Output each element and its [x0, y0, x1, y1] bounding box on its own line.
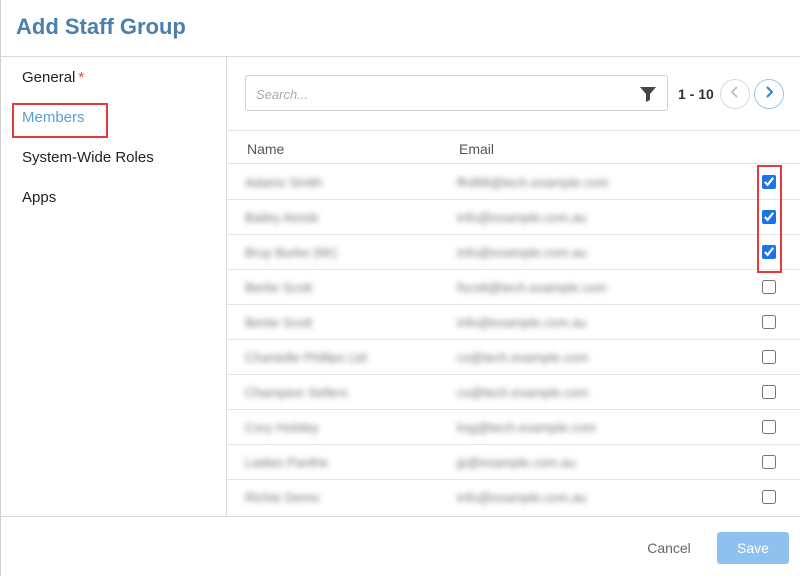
- table-row: Bruy Burke (Mr) info@example.com.au: [227, 235, 800, 270]
- members-highlight-box: [12, 103, 108, 138]
- member-checkbox[interactable]: [762, 280, 776, 294]
- table-row: Chantelle Phillips Ltd cs@tech.example.c…: [227, 340, 800, 375]
- member-checkbox[interactable]: [762, 490, 776, 504]
- sidebar-item-apps[interactable]: Apps: [22, 189, 56, 206]
- search-input[interactable]: [256, 84, 616, 104]
- member-name: Bertie Scott: [245, 315, 313, 330]
- member-email: info@example.com.au: [457, 245, 587, 260]
- member-email: ksg@tech.example.com: [457, 420, 596, 435]
- member-email: cs@tech.example.com: [457, 385, 589, 400]
- member-email: info@example.com.au: [457, 210, 587, 225]
- member-email: cs@tech.example.com: [457, 350, 589, 365]
- table-header: Name Email: [227, 130, 800, 164]
- chevron-right-icon: [763, 85, 775, 103]
- table-row: Bailey Ainsle info@example.com.au: [227, 200, 800, 235]
- member-checkbox[interactable]: [762, 350, 776, 364]
- dialog-footer: Cancel Save: [1, 516, 800, 576]
- search-box: [245, 75, 668, 111]
- member-name: Chantelle Phillips Ltd: [245, 350, 367, 365]
- member-email: info@example.com.au: [457, 490, 587, 505]
- member-checkbox[interactable]: [762, 385, 776, 399]
- sidebar-item-general[interactable]: General *: [22, 69, 84, 86]
- dialog-header: Add Staff Group: [1, 0, 800, 57]
- add-staff-group-dialog: Add Staff Group General * Members System-…: [0, 0, 800, 576]
- member-name: Bertie Scott: [245, 280, 313, 295]
- table-row: Bertie Scott info@example.com.au: [227, 305, 800, 340]
- column-header-name: Name: [247, 141, 285, 157]
- sidebar-item-label: General: [22, 69, 76, 86]
- funnel-icon[interactable]: [639, 85, 657, 103]
- table-row: Bertie Scott fscott@tech.example.com: [227, 270, 800, 305]
- member-name: Bailey Ainsle: [245, 210, 319, 225]
- members-panel: 1 - 10 Name Email Adams Smith ffrd99@tec…: [227, 57, 800, 516]
- previous-page-button[interactable]: [720, 79, 750, 109]
- dialog-title: Add Staff Group: [16, 14, 186, 39]
- sidebar-item-label: System-Wide Roles: [22, 149, 154, 166]
- member-email: fscott@tech.example.com: [457, 280, 607, 295]
- member-email: ffrd99@tech.example.com: [457, 175, 609, 190]
- member-name: Champion Sellers: [245, 385, 348, 400]
- column-header-email: Email: [459, 141, 495, 157]
- member-checkbox[interactable]: [762, 455, 776, 469]
- table-row: Cory Holsley ksg@tech.example.com: [227, 410, 800, 445]
- member-checkbox[interactable]: [762, 420, 776, 434]
- member-name: Richie Demo: [245, 490, 320, 505]
- required-marker: *: [78, 69, 85, 86]
- member-name: Ladies Panthe: [245, 455, 329, 470]
- chevron-left-icon: [729, 85, 741, 103]
- cancel-button[interactable]: Cancel: [637, 535, 701, 561]
- member-name: Bruy Burke (Mr): [245, 245, 337, 260]
- next-page-button[interactable]: [754, 79, 784, 109]
- sidebar-item-system-wide-roles[interactable]: System-Wide Roles: [22, 149, 154, 166]
- member-name: Cory Holsley: [245, 420, 319, 435]
- member-checkbox[interactable]: [762, 315, 776, 329]
- pagination-range: 1 - 10: [678, 86, 714, 102]
- save-button[interactable]: Save: [717, 532, 789, 564]
- table-row: Adams Smith ffrd99@tech.example.com: [227, 165, 800, 200]
- table-row: Champion Sellers cs@tech.example.com: [227, 375, 800, 410]
- checked-members-highlight-box: [757, 165, 782, 273]
- table-row: Ladies Panthe jp@example.com.au: [227, 445, 800, 480]
- sidebar-item-label: Apps: [22, 189, 57, 206]
- sidebar: General * Members System-Wide Roles Apps: [1, 57, 227, 516]
- table-row: Richie Demo info@example.com.au: [227, 480, 800, 515]
- member-email: info@example.com.au: [457, 315, 587, 330]
- member-email: jp@example.com.au: [457, 455, 576, 470]
- member-name: Adams Smith: [245, 175, 323, 190]
